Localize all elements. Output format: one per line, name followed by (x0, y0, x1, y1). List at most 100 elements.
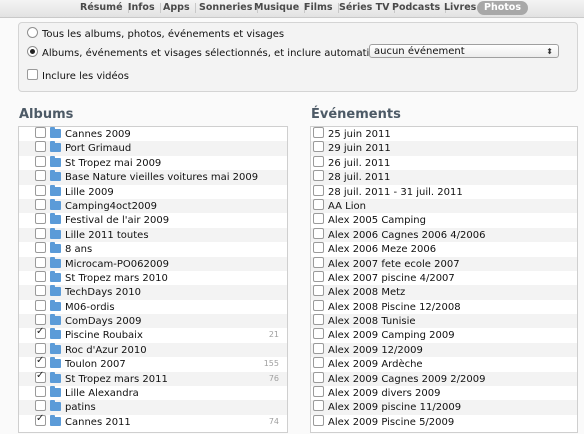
event-row[interactable]: Alex 2008 Metz (311, 285, 577, 300)
album-row[interactable]: Base Nature vieilles voitures mai 2009 (19, 170, 287, 185)
album-checkbox[interactable] (35, 155, 46, 167)
events-list[interactable]: 25 juin 2011 29 juin 2011 26 juil. 2011 28 … (310, 126, 578, 433)
album-checkbox[interactable] (35, 369, 46, 383)
event-row[interactable]: Alex 2008 Tunisie (311, 314, 577, 329)
tab-musique[interactable]: Musique (254, 1, 306, 15)
album-checkbox[interactable] (35, 299, 46, 311)
event-row[interactable]: Alex 2009 divers 2009 (311, 386, 577, 400)
album-row[interactable]: Cannes 2011 74 (19, 412, 287, 429)
album-checkbox[interactable] (35, 213, 46, 225)
tab-apps[interactable]: Apps (163, 1, 196, 15)
album-row[interactable]: patins (19, 400, 287, 415)
event-checkbox[interactable] (313, 256, 324, 268)
tab-sonneries[interactable]: Sonneries (199, 1, 259, 15)
album-checkbox[interactable] (35, 170, 46, 182)
event-checkbox[interactable] (313, 400, 324, 412)
radio-selected[interactable] (27, 46, 38, 57)
tab-infos[interactable]: Infos (128, 1, 161, 15)
event-row[interactable]: AA Lion (311, 198, 577, 214)
event-checkbox[interactable] (313, 314, 324, 326)
event-row[interactable]: 29 juin 2011 (311, 141, 577, 156)
album-row[interactable]: Piscine Roubaix 21 (19, 325, 287, 342)
event-checkbox[interactable] (313, 170, 324, 182)
event-row[interactable]: Alex 2009 piscine 11/2009 (311, 400, 577, 415)
event-checkbox[interactable] (313, 328, 324, 340)
event-checkbox[interactable] (313, 342, 324, 354)
event-checkbox[interactable] (313, 285, 324, 297)
album-row[interactable]: Camping4oct2009 (19, 198, 287, 214)
album-row[interactable]: Festival de l'air 2009 (19, 213, 287, 227)
album-row[interactable]: St Tropez mai 2009 (19, 155, 287, 170)
album-row[interactable]: St Tropez mars 2011 76 (19, 369, 287, 387)
tab-resume[interactable]: Résumé (80, 1, 129, 15)
album-checkbox[interactable] (35, 184, 46, 196)
tab-livres[interactable]: Livres (444, 1, 476, 15)
album-row[interactable]: Lille 2011 toutes (19, 227, 287, 243)
album-checkbox[interactable] (35, 314, 46, 326)
album-row[interactable]: M06-ordis (19, 299, 287, 314)
event-checkbox[interactable] (313, 299, 324, 311)
album-row[interactable]: Toulon 2007 155 (19, 354, 287, 371)
album-checkbox[interactable] (35, 227, 46, 239)
album-checkbox[interactable] (35, 242, 46, 254)
albums-list[interactable]: Cannes 2009 Port Grimaud St Tropez mai 200… (18, 126, 288, 433)
event-checkbox[interactable] (313, 184, 324, 196)
event-row[interactable]: Alex 2008 Piscine 12/2008 (311, 299, 577, 314)
album-row[interactable]: ComDays 2009 (19, 314, 287, 329)
album-checkbox[interactable] (35, 325, 46, 340)
album-checkbox[interactable] (35, 256, 46, 268)
album-checkbox[interactable] (35, 285, 46, 297)
event-checkbox[interactable] (313, 357, 324, 369)
album-checkbox[interactable] (35, 198, 46, 210)
album-row[interactable]: Lille Alexandra (19, 386, 287, 400)
event-row[interactable]: Alex 2009 Ardèche (311, 357, 577, 371)
album-row[interactable]: Lille 2009 (19, 184, 287, 199)
album-checkbox[interactable] (35, 141, 46, 153)
event-checkbox[interactable] (313, 227, 324, 239)
event-checkbox[interactable] (313, 414, 324, 426)
tab-films[interactable]: Films (304, 1, 339, 15)
event-checkbox[interactable] (313, 386, 324, 398)
event-checkbox[interactable] (313, 270, 324, 282)
event-row[interactable]: Alex 2009 12/2009 (311, 342, 577, 358)
event-row[interactable]: 28 juil. 2011 (311, 170, 577, 185)
option-include-videos[interactable]: Inclure les vidéos (27, 69, 129, 83)
event-row[interactable]: 28 juil. 2011 - 31 juil. 2011 (311, 184, 577, 199)
event-row[interactable]: Alex 2009 Camping 2009 (311, 328, 577, 342)
album-checkbox[interactable] (35, 354, 46, 369)
tab-series-tv[interactable]: Séries TV (339, 1, 396, 15)
album-row[interactable]: Port Grimaud (19, 141, 287, 156)
album-row[interactable]: TechDays 2010 (19, 285, 287, 300)
option-selected[interactable]: Albums, événements et visages sélectionn… (27, 46, 414, 60)
radio-all[interactable] (27, 27, 38, 38)
event-checkbox[interactable] (313, 198, 324, 210)
album-row[interactable]: St Tropez mars 2010 (19, 270, 287, 285)
album-checkbox[interactable] (35, 342, 46, 354)
auto-include-select[interactable]: aucun événement ⬍ (369, 44, 559, 58)
event-row[interactable]: Alex 2009 Cagnes 2009 2/2009 (311, 371, 577, 387)
tab-podcasts[interactable]: Podcasts (392, 1, 447, 15)
album-row[interactable]: 8 ans (19, 242, 287, 256)
event-checkbox[interactable] (313, 213, 324, 225)
event-row[interactable]: Alex 2009 Piscine 5/2009 (311, 414, 577, 429)
event-row[interactable]: Alex 2007 piscine 4/2007 (311, 270, 577, 285)
tab-photos[interactable]: Photos (477, 1, 528, 15)
event-row[interactable]: 26 juil. 2011 (311, 155, 577, 170)
event-row[interactable]: 25 juin 2011 (311, 127, 577, 141)
event-checkbox[interactable] (313, 127, 324, 138)
event-checkbox[interactable] (313, 155, 324, 167)
album-row[interactable]: Roc d'Azur 2010 (19, 342, 287, 358)
event-checkbox[interactable] (313, 141, 324, 153)
album-checkbox[interactable] (35, 412, 46, 426)
album-row[interactable]: Microcam-PO062009 (19, 256, 287, 271)
event-row[interactable]: Alex 2006 Cagnes 2006 4/2006 (311, 227, 577, 243)
event-checkbox[interactable] (313, 242, 324, 254)
event-row[interactable]: Alex 2006 Meze 2006 (311, 242, 577, 256)
option-all[interactable]: Tous les albums, photos, événements et v… (27, 27, 284, 41)
album-checkbox[interactable] (35, 127, 46, 138)
include-videos-checkbox[interactable] (27, 69, 38, 80)
event-row[interactable]: Alex 2005 Camping (311, 213, 577, 227)
event-row[interactable]: Alex 2007 fete ecole 2007 (311, 256, 577, 271)
album-row[interactable]: Cannes 2009 (19, 127, 287, 141)
album-checkbox[interactable] (35, 400, 46, 412)
